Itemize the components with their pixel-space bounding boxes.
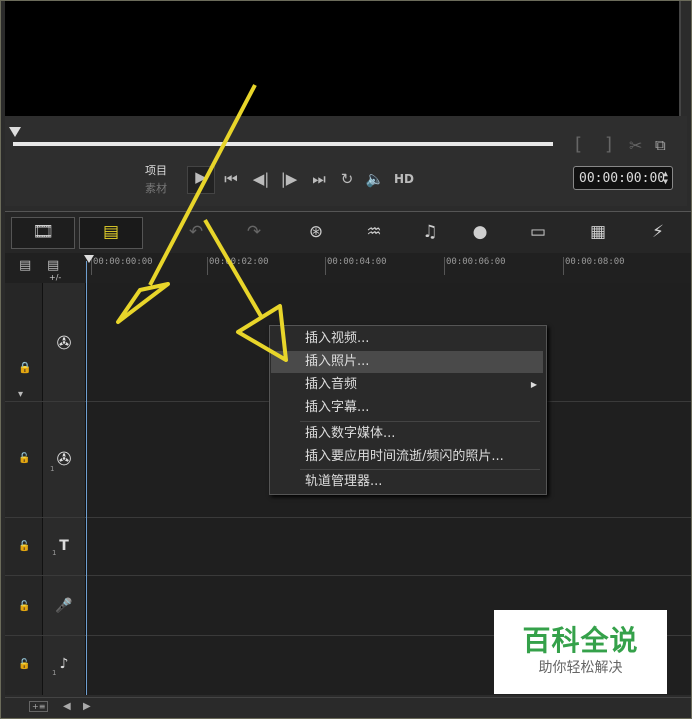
menu-item-insert-time-lapse-photo[interactable]: 插入要应用时间流逝/频闪的照片... (271, 446, 543, 468)
menu-separator (300, 469, 540, 470)
zoom-control[interactable]: +/- (49, 273, 61, 282)
ruler-tick: 00:00:00:00 (91, 257, 153, 275)
lock-icon[interactable]: 🔓 (18, 601, 30, 612)
timeline-view-button[interactable]: ▤ (79, 217, 143, 249)
menu-item-insert-digital-media[interactable]: 插入数字媒体... (271, 423, 543, 445)
storyboard-view-button[interactable]: 🎞 (11, 217, 75, 249)
scrub-handle[interactable] (9, 127, 21, 137)
menu-item-label: 插入照片... (305, 354, 370, 369)
voice-track-icon[interactable]: 🎤 (51, 593, 77, 619)
previous-frame-icon[interactable]: ◀| (251, 169, 271, 189)
lock-icon[interactable]: 🔓 (18, 541, 30, 552)
submenu-arrow-icon: ▶ (530, 380, 537, 389)
record-capture-icon[interactable]: ⊛ (301, 220, 331, 244)
track-motion-icon[interactable]: ⚡ (643, 220, 673, 244)
track-number: 1 (52, 549, 57, 557)
watermark-subtitle: 助你轻松解决 (538, 660, 623, 676)
split-clip-icon[interactable]: ✂ (629, 136, 642, 155)
menu-item-label: 插入数字媒体... (305, 426, 396, 441)
watermark-logo: 百科全说 助你轻松解决 (494, 610, 667, 694)
multi-camera-icon[interactable]: ▦ (583, 220, 613, 244)
motion-track-icon[interactable]: ● (465, 220, 495, 244)
mode-clip-label[interactable]: 素材 (145, 180, 167, 196)
menu-item-label: 插入字幕... (305, 400, 370, 415)
next-frame-icon[interactable]: |▶ (279, 169, 299, 189)
track-number: 1 (52, 669, 57, 677)
overlay-track-icon[interactable]: ✇ (51, 447, 77, 473)
menu-item-label: 插入要应用时间流逝/频闪的照片... (305, 449, 504, 464)
context-menu: 插入视频... 插入照片... 插入音频 ▶ 插入字幕... 插入数字媒体... … (269, 325, 547, 495)
expand-icon[interactable]: ▾ (18, 389, 23, 400)
sound-mixer-icon[interactable]: ♒ (359, 220, 389, 244)
timeline-scrollbar[interactable]: +≡ ◀ ▶ (5, 697, 691, 718)
track-separator (5, 517, 691, 518)
mark-out-button[interactable]: ] (605, 134, 612, 155)
hd-preview-button[interactable]: HD (391, 169, 417, 189)
timeline-view-icon: ▤ (102, 222, 120, 242)
storyboard-view-icon: 🎞 (32, 222, 54, 242)
timeline-ruler[interactable]: ▤ ▤ +/- 00:00:00:00 00:00:02:00 00:00:04… (5, 253, 691, 284)
ruler-tick: 00:00:06:00 (444, 257, 506, 275)
lock-icon[interactable]: 🔓 (18, 659, 30, 670)
menu-item-track-manager[interactable]: 轨道管理器... (271, 471, 543, 493)
menu-item-insert-photo[interactable]: 插入照片... (271, 351, 543, 373)
menu-item-label: 插入视频... (305, 331, 370, 346)
menu-item-insert-video[interactable]: 插入视频... (271, 328, 543, 350)
menu-item-insert-title[interactable]: 插入字幕... (271, 397, 543, 419)
scroll-left-icon[interactable]: ◀ (63, 701, 71, 712)
enlarge-preview-icon[interactable]: ⧉ (655, 136, 666, 154)
timecode-field[interactable]: 00:00:00:00 ▲ ▼ (573, 166, 673, 190)
timecode-value: 00:00:00:00 (579, 171, 666, 186)
video-track-icon[interactable]: ✇ (51, 331, 77, 357)
end-icon[interactable]: ⏭ (309, 169, 329, 189)
scroll-right-icon[interactable]: ▶ (83, 701, 91, 712)
lock-all-tracks-icon[interactable]: 🔒 (18, 361, 32, 374)
toolbar: 🎞 ▤ ↶ ↷ ⊛ ♒ ♫ ● ▭ ▦ ⚡ (5, 211, 691, 254)
repeat-icon[interactable]: ↻ (337, 169, 357, 189)
undo-icon[interactable]: ↶ (181, 220, 211, 244)
play-button[interactable]: ▶ (187, 166, 215, 194)
timecode-spinner-icon[interactable]: ▲ ▼ (663, 170, 668, 186)
subtitle-editor-icon[interactable]: ▭ (523, 220, 553, 244)
add-chapter-icon[interactable]: ▤ (47, 258, 59, 273)
track-lock-column (5, 283, 43, 695)
ruler-tick: 00:00:08:00 (563, 257, 625, 275)
video-preview-screen (5, 1, 681, 116)
menu-item-label: 轨道管理器... (305, 474, 383, 489)
ruler-tick: 00:00:02:00 (207, 257, 269, 275)
lock-icon[interactable]: 🔓 (18, 453, 30, 464)
scrub-bar[interactable] (13, 142, 553, 146)
watermark-title: 百科全说 (522, 624, 639, 657)
playback-controls: [ ] ✂ ⧉ 项目 素材 ▶ ⏮ ◀| |▶ ⏭ ↻ 🔈 HD 00:00:0… (5, 116, 687, 206)
redo-icon[interactable]: ↷ (239, 220, 269, 244)
mode-project-label[interactable]: 项目 (145, 162, 167, 178)
menu-item-label: 插入音频 (305, 377, 358, 392)
menu-separator (300, 421, 540, 422)
mark-in-button[interactable]: [ (575, 134, 582, 155)
menu-item-insert-audio[interactable]: 插入音频 ▶ (271, 374, 543, 396)
ruler-tick: 00:00:04:00 (325, 257, 387, 275)
fit-project-icon[interactable]: +≡ (29, 701, 49, 712)
playhead-line[interactable] (86, 261, 87, 695)
track-manager-icon[interactable]: ▤ (19, 258, 31, 273)
track-number: 1 (50, 465, 55, 473)
volume-icon[interactable]: 🔈 (365, 169, 385, 189)
auto-music-icon[interactable]: ♫ (415, 220, 445, 244)
home-icon[interactable]: ⏮ (221, 169, 241, 189)
track-separator (5, 575, 691, 576)
